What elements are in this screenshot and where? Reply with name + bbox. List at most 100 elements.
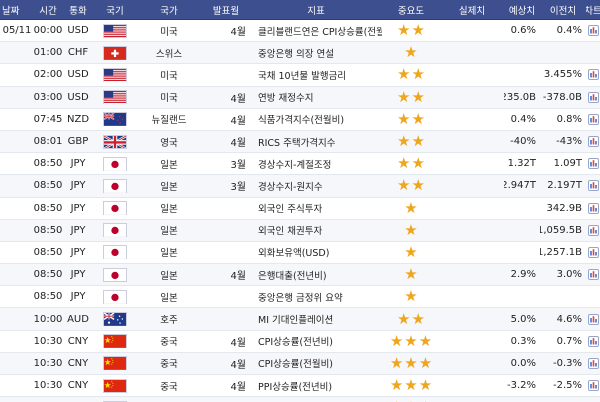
table-row[interactable]: 10:30 CNY 중국 4월 CPI상승률(전월비) ★ ★ ★ 0.0% -0.… bbox=[0, 352, 600, 375]
cell-indicator[interactable]: MI 기대인플레이션 bbox=[250, 308, 382, 329]
cell-indicator[interactable]: 중앙은행 의장 연설 bbox=[250, 42, 382, 63]
cell-chart[interactable] bbox=[586, 220, 600, 241]
cell-chart[interactable] bbox=[586, 397, 600, 402]
cell-chart[interactable] bbox=[586, 286, 600, 307]
cell-chart[interactable] bbox=[586, 308, 600, 329]
chart-icon[interactable] bbox=[587, 380, 599, 392]
cell-date bbox=[0, 175, 34, 196]
chart-icon[interactable] bbox=[587, 113, 599, 125]
table-row[interactable]: 08:01 GBP 영국 4월 RICS 주택가격지수 ★ ★ -40% -43% bbox=[0, 130, 600, 154]
cell-chart[interactable] bbox=[586, 175, 600, 196]
cell-forecast: 2.9% bbox=[510, 269, 536, 281]
table-row[interactable]: 08:50 JPY 일본 외화보유액(USD) ★ 1,257.1B bbox=[0, 242, 600, 265]
chart-icon[interactable] bbox=[587, 180, 599, 192]
cell-date: 05/11 bbox=[2, 25, 32, 37]
importance-stars: ★ ★ bbox=[397, 156, 425, 171]
chart-icon[interactable] bbox=[587, 224, 599, 236]
cell-time: 03:00 bbox=[34, 91, 62, 103]
cell-indicator[interactable]: 식품가격지수(전월비) bbox=[250, 109, 382, 130]
star-icon: ★ bbox=[389, 353, 404, 372]
cell-country: 미국 bbox=[160, 26, 178, 38]
cell-indicator[interactable]: CPI상승률(전년비) bbox=[250, 331, 382, 352]
cell-period: 4월 bbox=[230, 27, 246, 39]
cell-flag bbox=[94, 131, 136, 152]
chart-icon[interactable] bbox=[587, 269, 599, 281]
cell-indicator[interactable]: 경상수지-계절조정 bbox=[250, 153, 382, 174]
chart-icon[interactable] bbox=[587, 158, 599, 170]
table-row[interactable]: 08:50 JPY 일본 외국인 채권투자 ★ -1,059.5B bbox=[0, 219, 600, 242]
chart-icon[interactable] bbox=[587, 136, 599, 148]
cell-indicator[interactable]: 외국인 채권투자 bbox=[250, 220, 382, 241]
cell-forecast: -40% bbox=[510, 136, 536, 148]
cell-indicator[interactable]: RICS 주택가격지수 bbox=[250, 131, 382, 152]
cell-chart[interactable] bbox=[586, 64, 600, 85]
cell-country: 일본 bbox=[160, 248, 178, 260]
cell-chart[interactable] bbox=[586, 153, 600, 174]
chart-icon[interactable] bbox=[587, 202, 599, 214]
chart-icon[interactable] bbox=[587, 69, 599, 81]
cell-indicator[interactable]: 국채 10년물 발행금리 bbox=[250, 64, 382, 85]
cell-chart[interactable] bbox=[586, 109, 600, 130]
cell-chart[interactable] bbox=[586, 375, 600, 396]
table-row[interactable]: 10:30 CNY 중국 4월 PPI상승률(전년비) ★ ★ ★ -3.2% -2… bbox=[0, 375, 600, 398]
cell-chart[interactable] bbox=[586, 353, 600, 374]
cell-date bbox=[0, 153, 34, 174]
chart-icon[interactable] bbox=[587, 357, 599, 369]
table-row[interactable]: 08:50 JPY 일본 외국인 주식투자 ★ 342.9B bbox=[0, 198, 600, 220]
table-row[interactable]: 10:30 CNY 중국 4월 CPI상승률(전년비) ★ ★ ★ 0.3% 0.7… bbox=[0, 331, 600, 353]
table-row[interactable]: 03:00 USD 미국 4월 연방 재정수지 ★ ★ 235.0B -378.0… bbox=[0, 86, 600, 109]
chart-icon[interactable] bbox=[587, 25, 599, 37]
cell-chart[interactable] bbox=[586, 42, 600, 63]
cell-indicator[interactable]: 클리블랜드연은 CPI상승률(전월비) bbox=[250, 20, 382, 41]
star-icon: ★ bbox=[411, 132, 425, 151]
cell-period bbox=[202, 42, 250, 63]
cell-actual bbox=[440, 353, 504, 374]
cell-chart[interactable] bbox=[586, 131, 600, 152]
cell-flag bbox=[94, 264, 136, 285]
cell-chart[interactable] bbox=[586, 87, 600, 108]
col-time: 시간 bbox=[39, 5, 57, 17]
chart-icon[interactable] bbox=[587, 91, 599, 103]
cell-indicator[interactable]: 연방 재정수지 bbox=[250, 87, 382, 108]
table-row[interactable]: 07:45 NZD 뉴질랜드 4월 식품가격지수(전월비) ★ ★ 0.4% 0.… bbox=[0, 109, 600, 131]
cell-currency: JPY bbox=[70, 180, 86, 192]
table-row[interactable]: 02:00 USD 미국 국채 10년물 발행금리 ★ ★ 3.455% bbox=[0, 64, 600, 87]
cell-indicator[interactable]: 중앙은행 금정위 요약 bbox=[250, 286, 382, 307]
ch-flag-icon bbox=[103, 45, 127, 60]
cell-currency: GBP bbox=[67, 136, 89, 148]
cell-chart[interactable] bbox=[586, 242, 600, 263]
jp-flag-icon bbox=[103, 223, 127, 238]
cell-indicator[interactable]: 은행대출(전년비) bbox=[250, 264, 382, 285]
cell-flag bbox=[94, 353, 136, 374]
table-row[interactable]: 08:50 JPY 일본 3월 경상수지-원지수 ★ ★ 2.947T 2.197… bbox=[0, 175, 600, 198]
table-row[interactable]: 10:00 AUD 호주 MI 기대인플레이션 ★ ★ 5.0% 4.6% bbox=[0, 308, 600, 331]
cell-chart[interactable] bbox=[586, 198, 600, 219]
cell-indicator[interactable]: PPI상승률(전년비) bbox=[250, 375, 382, 396]
cell-previous bbox=[540, 286, 586, 307]
cell-country: 뉴질랜드 bbox=[151, 115, 187, 127]
table-row[interactable]: 08:50 JPY 일본 3월 경상수지-계절조정 ★ ★ 1.32T 1.09T bbox=[0, 153, 600, 176]
cell-actual bbox=[440, 175, 504, 196]
cell-indicator[interactable]: 경상수지-원지수 bbox=[250, 175, 382, 196]
cell-time: 10:30 bbox=[34, 380, 62, 392]
cell-chart[interactable] bbox=[586, 331, 600, 352]
table-row[interactable]: 10:30 AUD 호주 5월 웨스트팩 소비자심리지수 ★★★ -1.7% 9… bbox=[0, 397, 600, 402]
table-row[interactable]: 05/11 00:00 USD 미국 4월 클리블랜드연은 CPI상승률(전월비… bbox=[0, 20, 600, 43]
cell-date bbox=[0, 109, 34, 130]
table-row[interactable]: 08:50 JPY 일본 4월 은행대출(전년비) ★ 2.9% 3.0% bbox=[0, 264, 600, 287]
cell-indicator[interactable]: 외화보유액(USD) bbox=[250, 242, 382, 263]
chart-icon[interactable] bbox=[587, 335, 599, 347]
cell-indicator[interactable]: 웨스트팩 소비자심리지수 bbox=[250, 397, 382, 402]
chart-icon[interactable] bbox=[587, 313, 599, 325]
table-row[interactable]: 01:00 CHF 스위스 중앙은행 의장 연설 ★ bbox=[0, 42, 600, 65]
cell-chart[interactable] bbox=[586, 264, 600, 285]
cell-indicator[interactable]: 외국인 주식투자 bbox=[250, 198, 382, 219]
cell-flag bbox=[94, 109, 136, 130]
cell-chart[interactable] bbox=[586, 20, 600, 41]
table-row[interactable]: 08:50 JPY 일본 중앙은행 금정위 요약 ★ bbox=[0, 286, 600, 309]
cell-indicator[interactable]: CPI상승률(전월비) bbox=[250, 353, 382, 374]
cell-actual bbox=[440, 153, 504, 174]
chart-icon[interactable] bbox=[587, 246, 599, 258]
cell-time: 10:30 bbox=[34, 397, 62, 402]
cell-importance: ★ bbox=[382, 286, 440, 307]
